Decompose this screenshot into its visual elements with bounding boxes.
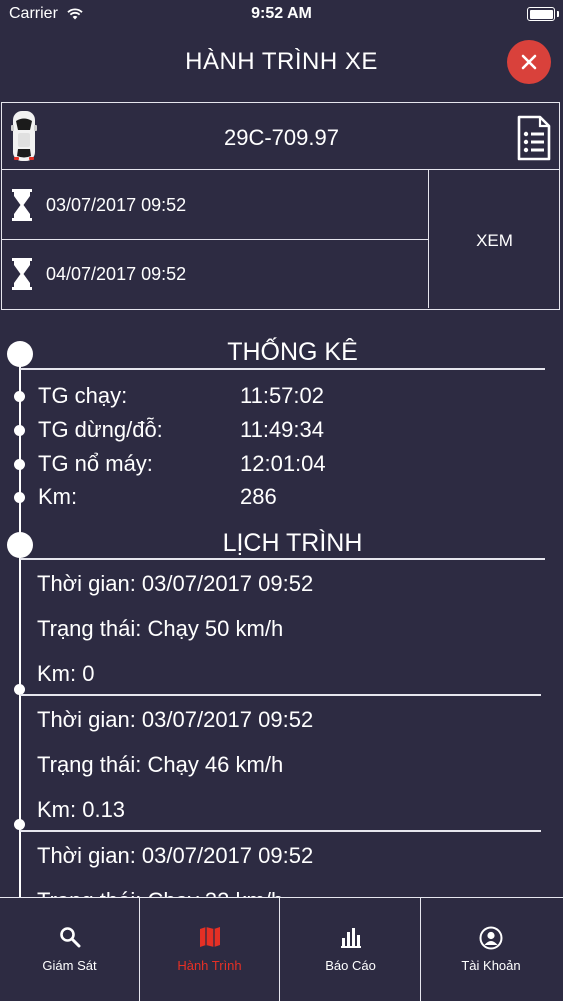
- tab-bar: Giám Sát Hành Trình Báo Cáo Tài Khoản: [0, 897, 563, 1001]
- page-title: HÀNH TRÌNH XE: [185, 48, 378, 75]
- timeline-content[interactable]: THỐNG KÊ TG chạy: 11:57:02 TG dừng/đỗ: 1…: [0, 310, 563, 897]
- tab-account[interactable]: Tài Khoản: [421, 898, 561, 1001]
- statistics-title: THỐNG KÊ: [227, 338, 358, 366]
- entry-time: Thời gian: 03/07/2017 09:52: [37, 843, 314, 868]
- entry-node: [14, 819, 25, 830]
- stat-node: [14, 425, 25, 436]
- close-icon: [521, 54, 537, 70]
- entry-time: Thời gian: 03/07/2017 09:52: [37, 707, 314, 732]
- tab-label: Tài Khoản: [461, 958, 521, 973]
- close-button[interactable]: [507, 40, 551, 84]
- stat-label-run-time: TG chạy:: [38, 383, 128, 408]
- entry-status: Trạng thái: Chạy 46 km/h: [37, 752, 284, 777]
- tab-reports[interactable]: Báo Cáo: [281, 898, 421, 1001]
- entry-status: Trạng thái: Chạy 32 km/h: [37, 888, 283, 897]
- stat-label-km: Km:: [38, 484, 78, 509]
- end-date: 04/07/2017 09:52: [46, 264, 187, 284]
- entry-time: Thời gian: 03/07/2017 09:52: [37, 571, 314, 596]
- divider: [20, 830, 541, 832]
- stat-node: [14, 391, 25, 402]
- statistics-node: [7, 341, 33, 367]
- entry-status: Trạng thái: Chạy 50 km/h: [37, 616, 284, 641]
- status-bar: Carrier 9:52 AM: [0, 0, 563, 30]
- tab-label: Báo Cáo: [325, 958, 376, 973]
- stat-value-engine-time: 12:01:04: [240, 451, 326, 476]
- hourglass-icon: [11, 188, 33, 227]
- divider: [20, 368, 545, 370]
- stat-label-stop-time: TG dừng/đỗ:: [38, 417, 163, 442]
- stat-value-stop-time: 11:49:34: [240, 417, 325, 442]
- vehicle-plate: 29C-709.97: [224, 125, 339, 150]
- report-list-icon[interactable]: [516, 115, 552, 166]
- header-bar: HÀNH TRÌNH XE: [0, 30, 563, 100]
- divider: [20, 694, 541, 696]
- date-range-panel: 03/07/2017 09:52 04/07/2017 09:52 XEM: [1, 170, 560, 310]
- bar-chart-icon: [340, 928, 361, 948]
- vehicle-row: 29C-709.97: [1, 102, 560, 170]
- search-icon: [59, 927, 80, 948]
- stat-node: [14, 459, 25, 470]
- divider: [20, 558, 545, 560]
- stat-label-engine-time: TG nổ máy:: [38, 451, 153, 476]
- view-button-label: XEM: [476, 231, 513, 250]
- end-date-row[interactable]: 04/07/2017 09:52: [2, 239, 428, 308]
- stat-value-run-time: 11:57:02: [240, 383, 325, 408]
- stat-node: [14, 492, 25, 503]
- view-button[interactable]: XEM: [428, 170, 559, 308]
- entry-km: Km: 0: [37, 661, 95, 686]
- clock-time: 9:52 AM: [251, 5, 312, 22]
- start-date: 03/07/2017 09:52: [46, 195, 187, 215]
- tab-monitoring[interactable]: Giám Sát: [0, 898, 140, 1001]
- map-icon: [199, 927, 220, 947]
- user-icon: [479, 926, 503, 950]
- hourglass-icon: [11, 257, 33, 296]
- tab-label: Giám Sát: [42, 958, 97, 973]
- entry-km: Km: 0.13: [37, 797, 126, 822]
- itinerary-title: LỊCH TRÌNH: [222, 529, 363, 557]
- tab-itinerary[interactable]: Hành Trình: [140, 898, 280, 1001]
- tab-label: Hành Trình: [177, 958, 242, 973]
- itinerary-node: [7, 532, 33, 558]
- stat-value-km: 286: [240, 484, 277, 509]
- battery-icon: [527, 7, 559, 21]
- start-date-row[interactable]: 03/07/2017 09:52: [2, 170, 428, 240]
